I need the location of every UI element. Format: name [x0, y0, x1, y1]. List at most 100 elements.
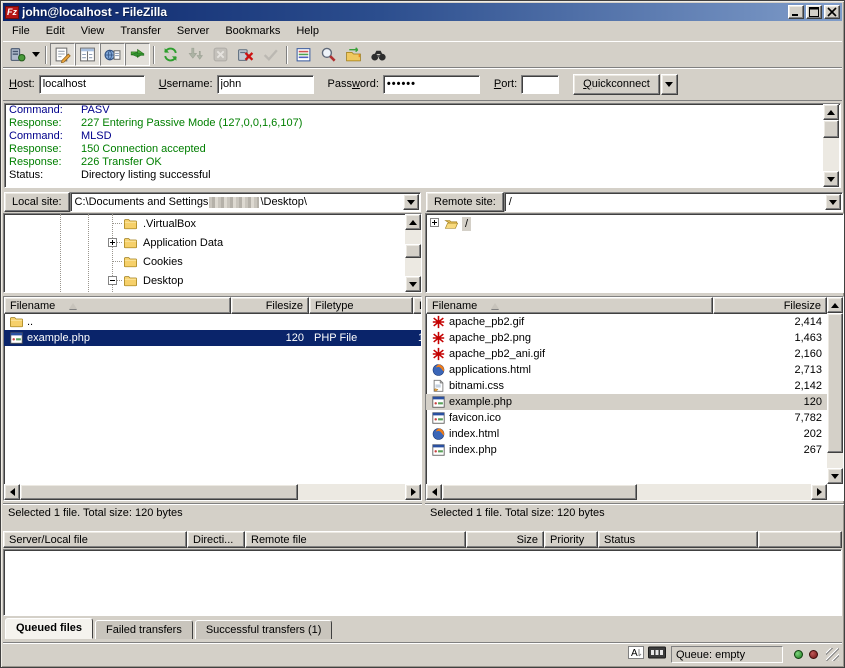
chevron-down-icon: [829, 200, 837, 205]
horizontal-scrollbar[interactable]: [4, 484, 421, 500]
column-header-filesize[interactable]: Filesize: [231, 297, 309, 314]
scroll-down-button[interactable]: [827, 468, 843, 484]
scroll-up-button[interactable]: [827, 297, 843, 313]
tree-item-root[interactable]: /: [426, 214, 843, 233]
scrollbar-thumb[interactable]: [405, 244, 421, 258]
synchronized-browsing-button[interactable]: [341, 43, 366, 66]
expander-plus-icon[interactable]: [430, 218, 439, 230]
file-row-applications-html[interactable]: applications.html2,713: [426, 362, 843, 378]
remote-site-dropdown-button[interactable]: [825, 194, 841, 210]
password-input[interactable]: [383, 75, 480, 94]
scroll-up-button[interactable]: [823, 104, 839, 120]
queue-column-blank[interactable]: [758, 531, 842, 548]
scrollbar-thumb[interactable]: [442, 484, 637, 500]
scroll-down-button[interactable]: [405, 276, 421, 292]
queue-column-status[interactable]: Status: [598, 531, 758, 548]
scroll-left-button[interactable]: [426, 484, 442, 500]
cancel-operation-button[interactable]: [208, 43, 233, 66]
port-input[interactable]: [521, 75, 559, 94]
tree-item--virtualbox[interactable]: .VirtualBox: [4, 214, 421, 233]
remote-site-combo[interactable]: /: [504, 192, 843, 212]
minimize-button[interactable]: [788, 5, 804, 19]
local-site-dropdown-button[interactable]: [403, 194, 419, 210]
directory-comparison-button[interactable]: [316, 43, 341, 66]
host-label: Host:: [9, 78, 35, 90]
queue-column-directi-[interactable]: Directi...: [187, 531, 245, 548]
process-queue-button[interactable]: [183, 43, 208, 66]
tab-failed-transfers[interactable]: Failed transfers: [95, 620, 193, 639]
reconnect-button[interactable]: [258, 43, 283, 66]
firefox-icon: [431, 363, 446, 377]
vertical-scrollbar[interactable]: [827, 297, 843, 484]
toggle-message-log-button[interactable]: [50, 43, 75, 66]
scroll-up-button[interactable]: [405, 214, 421, 230]
menu-bookmarks[interactable]: Bookmarks: [217, 22, 288, 40]
tree-item-cookies[interactable]: Cookies: [4, 252, 421, 271]
toggle-local-tree-button[interactable]: [75, 43, 100, 66]
menu-edit[interactable]: Edit: [38, 22, 73, 40]
scroll-right-button[interactable]: [405, 484, 421, 500]
site-manager-dropdown-button[interactable]: [30, 43, 42, 66]
file-row-index-html[interactable]: index.html202: [426, 426, 843, 442]
php-icon: [9, 331, 24, 345]
file-row-apache-pb2-ani-gif[interactable]: apache_pb2_ani.gif2,160: [426, 346, 843, 362]
title-bar[interactable]: Fz john@localhost - FileZilla: [3, 3, 842, 21]
column-header-filetype[interactable]: Filetype: [309, 297, 413, 314]
file-row-example-php[interactable]: example.php120: [426, 394, 843, 410]
site-manager-button[interactable]: [5, 43, 30, 66]
scroll-left-button[interactable]: [4, 484, 20, 500]
scrollbar-thumb[interactable]: [827, 313, 843, 453]
menu-file[interactable]: File: [4, 22, 38, 40]
file-row-example-php[interactable]: example.php120PHP File1: [4, 330, 421, 346]
file-row-index-php[interactable]: index.php267: [426, 442, 843, 458]
queue-column-remote-file[interactable]: Remote file: [245, 531, 466, 548]
file-row-apache-pb2-gif[interactable]: apache_pb2.gif2,414: [426, 314, 843, 330]
refresh-button[interactable]: [158, 43, 183, 66]
vertical-scrollbar[interactable]: [405, 214, 421, 292]
file-row-bitnami-css[interactable]: bitnami.css2,142: [426, 378, 843, 394]
queue-column-server-local-file[interactable]: Server/Local file: [3, 531, 187, 548]
resize-grip-icon[interactable]: [826, 648, 839, 661]
column-header-filename[interactable]: Filename: [426, 297, 713, 314]
queue-column-priority[interactable]: Priority: [544, 531, 598, 548]
scrollbar-thumb[interactable]: [20, 484, 298, 500]
quickconnect-dropdown-button[interactable]: [661, 74, 678, 95]
scroll-right-button[interactable]: [811, 484, 827, 500]
username-input[interactable]: [217, 75, 314, 94]
menu-server[interactable]: Server: [169, 22, 217, 40]
scrollbar-thumb[interactable]: [823, 120, 839, 138]
toggle-remote-tree-button[interactable]: [100, 43, 125, 66]
find-files-button[interactable]: [366, 43, 391, 66]
expander-minus-icon[interactable]: [108, 276, 117, 285]
column-header-filename[interactable]: Filename: [4, 297, 231, 314]
file-row-favicon-ico[interactable]: favicon.ico7,782: [426, 410, 843, 426]
host-input[interactable]: [39, 75, 145, 94]
tree-item-desktop[interactable]: Desktop: [4, 271, 421, 290]
local-site-combo[interactable]: C:\Documents and Settings\Desktop\: [70, 192, 421, 212]
directory-listing-filters-button[interactable]: [291, 43, 316, 66]
disconnect-button[interactable]: [233, 43, 258, 66]
scroll-down-button[interactable]: [823, 171, 839, 187]
reconnect-icon: [262, 46, 279, 63]
tab-successful-transfers-1-[interactable]: Successful transfers (1): [195, 620, 333, 639]
close-button[interactable]: [824, 5, 840, 19]
speed-limits-button[interactable]: [648, 646, 666, 662]
tab-queued-files[interactable]: Queued files: [5, 618, 93, 639]
menu-view[interactable]: View: [73, 22, 113, 40]
horizontal-scrollbar[interactable]: [426, 484, 827, 500]
menu-transfer[interactable]: Transfer: [112, 22, 169, 40]
maximize-button[interactable]: [806, 5, 822, 19]
queue-column-size[interactable]: Size: [466, 531, 544, 548]
toggle-transfer-queue-button[interactable]: [125, 43, 150, 66]
column-header-filesize[interactable]: Filesize: [713, 297, 827, 314]
ascii-data-type-button[interactable]: A: [628, 645, 644, 663]
column-header-last-modified[interactable]: Last modified: [413, 297, 422, 314]
file-value: 7,782: [794, 412, 822, 424]
menu-help[interactable]: Help: [288, 22, 327, 40]
vertical-scrollbar[interactable]: [823, 104, 839, 187]
quickconnect-button[interactable]: Quickconnect: [573, 74, 660, 95]
expander-plus-icon[interactable]: [108, 238, 117, 247]
file-row-apache-pb2-png[interactable]: apache_pb2.png1,463: [426, 330, 843, 346]
file-row--[interactable]: ..: [4, 314, 421, 330]
tree-item-application-data[interactable]: Application Data: [4, 233, 421, 252]
